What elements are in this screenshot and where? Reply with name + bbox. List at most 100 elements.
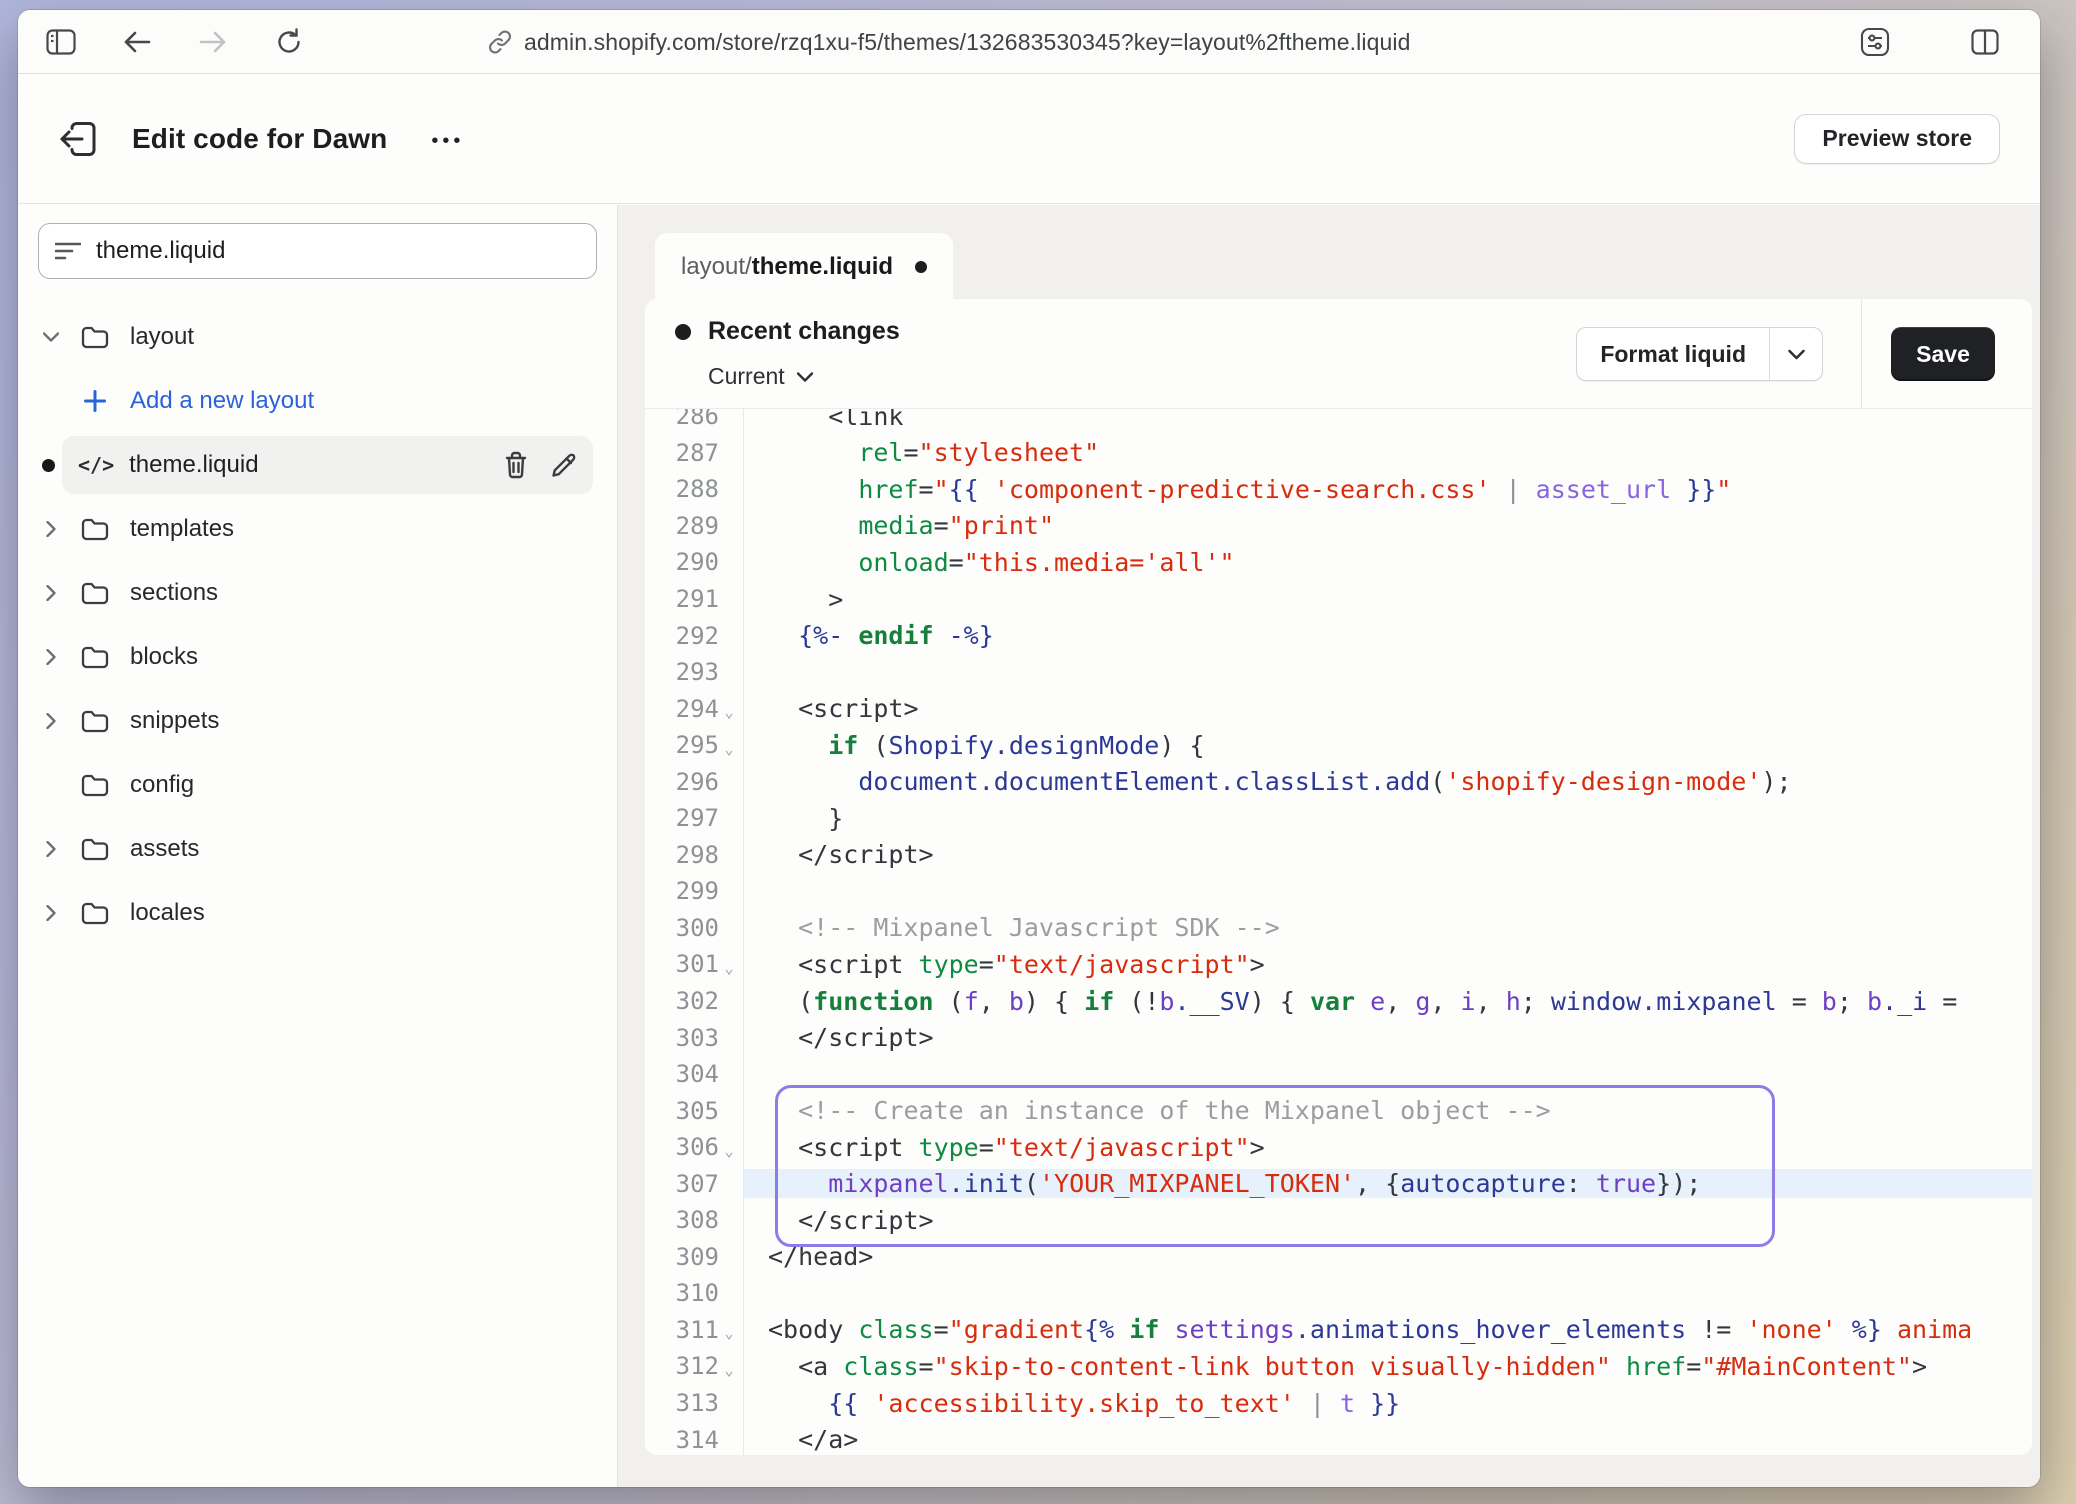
code-line-text[interactable]: (function (f, b) { if (!b.__SV) { var e,… [744,987,2032,1016]
code-line-text[interactable]: onload="this.media='all'" [744,548,2032,577]
code-line-text[interactable]: <!-- Create an instance of the Mixpanel … [744,1096,2032,1125]
code-line[interactable]: 301⌄ <script type="text/javascript"> [645,946,2032,983]
file-filter-input[interactable] [96,237,580,265]
code-line[interactable]: 311⌄<body class="gradient{% if settings.… [645,1312,2032,1349]
code-line[interactable]: 299 [645,873,2032,910]
sidebar-item-config[interactable]: config [38,753,597,817]
folder-label: snippets [38,707,219,735]
exit-icon[interactable] [58,119,98,159]
sidebar-item-snippets[interactable]: snippets [38,689,597,753]
forward-icon[interactable] [196,25,230,59]
code-line[interactable]: 309</head> [645,1239,2032,1276]
sidebar-item-theme-liquid[interactable]: </>theme.liquid [38,433,597,497]
editor-tab[interactable]: layout/theme.liquid [655,233,953,300]
sidebar-item-templates[interactable]: templates [38,497,597,561]
code-line[interactable]: 302 (function (f, b) { if (!b.__SV) { va… [645,983,2032,1020]
code-line[interactable]: 290 onload="this.media='all'" [645,544,2032,581]
code-line[interactable]: 292 {%- endif -%} [645,617,2032,654]
code-line-text[interactable]: <script type="text/javascript"> [744,1133,2032,1162]
trash-icon[interactable] [503,451,529,479]
code-line-text[interactable]: rel="stylesheet" [744,438,2032,467]
code-line[interactable]: 308 </script> [645,1202,2032,1239]
fold-icon[interactable]: ⌄ [719,952,739,977]
code-line-text[interactable]: {%- endif -%} [744,621,2032,650]
code-line-text[interactable]: <script type="text/javascript"> [744,950,2032,979]
sidebar-item-blocks[interactable]: blocks [38,625,597,689]
chevron-right-icon[interactable] [40,585,62,601]
code-line[interactable]: 287 rel="stylesheet" [645,435,2032,472]
back-icon[interactable] [120,25,154,59]
code-line-text[interactable]: <link [744,409,2032,431]
sidebar-item-sections[interactable]: sections [38,561,597,625]
preview-store-button[interactable]: Preview store [1794,114,2000,164]
code-line[interactable]: 306⌄ <script type="text/javascript"> [645,1129,2032,1166]
code-line[interactable]: 298 </script> [645,837,2032,874]
code-line-text[interactable]: <body class="gradient{% if settings.anim… [744,1315,2032,1344]
code-line[interactable]: 295⌄ if (Shopify.designMode) { [645,727,2032,764]
reload-icon[interactable] [272,25,306,59]
chevron-right-icon[interactable] [40,841,62,857]
chevron-right-icon[interactable] [40,713,62,729]
address-bar[interactable]: admin.shopify.com/store/rzq1xu-f5/themes… [488,10,1410,74]
code-line[interactable]: 307 mixpanel.init('YOUR_MIXPANEL_TOKEN',… [645,1165,2032,1202]
code-line[interactable]: 312⌄ <a class="skip-to-content-link butt… [645,1348,2032,1385]
split-view-icon[interactable] [1968,25,2002,59]
code-line-text[interactable]: document.documentElement.classList.add('… [744,767,2032,796]
code-line[interactable]: 300 <!-- Mixpanel Javascript SDK --> [645,910,2032,947]
code-line[interactable]: 304 [645,1056,2032,1093]
format-liquid-button[interactable]: Format liquid [1576,327,1823,381]
code-line-text[interactable]: </script> [744,1023,2032,1052]
version-dropdown[interactable]: Current [708,363,813,390]
sidebar-item-assets[interactable]: assets [38,817,597,881]
chevron-right-icon[interactable] [40,905,62,921]
code-line-text[interactable]: > [744,585,2032,614]
sidebar-item-add-a-new-layout[interactable]: Add a new layout [38,369,597,433]
file-filter-box[interactable] [38,223,597,279]
sidebar-item-layout[interactable]: layout [38,305,597,369]
active-code-line-text[interactable]: mixpanel.init('YOUR_MIXPANEL_TOKEN', {au… [744,1169,2032,1198]
code-line[interactable]: 294⌄ <script> [645,690,2032,727]
chevron-right-icon[interactable] [40,649,62,665]
code-line[interactable]: 293 [645,654,2032,691]
fold-icon[interactable]: ⌄ [719,733,739,758]
code-line[interactable]: 310 [645,1275,2032,1312]
code-line-text[interactable]: </script> [744,840,2032,869]
fold-icon[interactable]: ⌄ [719,696,739,721]
more-actions-button[interactable]: ••• [431,124,464,153]
code-line-text[interactable]: {{ 'accessibility.skip_to_text' | t }} [744,1389,2032,1418]
fold-icon[interactable]: ⌄ [719,1317,739,1342]
code-line-text[interactable]: } [744,804,2032,833]
code-line-text[interactable]: </script> [744,1206,2032,1235]
chevron-down-icon[interactable] [1770,328,1822,380]
code-line[interactable]: 286 <link [645,409,2032,435]
code-line-text[interactable]: href="{{ 'component-predictive-search.cs… [744,475,2032,504]
code-line-text[interactable]: <script> [744,694,2032,723]
sidebar-item-locales[interactable]: locales [38,881,597,945]
fold-icon[interactable]: ⌄ [719,1354,739,1379]
code-line-text[interactable]: </head> [744,1242,2032,1271]
code-line[interactable]: 288 href="{{ 'component-predictive-searc… [645,471,2032,508]
format-liquid-label[interactable]: Format liquid [1577,328,1770,380]
code-line[interactable]: 296 document.documentElement.classList.a… [645,763,2032,800]
save-button[interactable]: Save [1891,327,1995,381]
code-line[interactable]: 297 } [645,800,2032,837]
code-line[interactable]: 313 {{ 'accessibility.skip_to_text' | t … [645,1385,2032,1422]
chevron-right-icon[interactable] [40,521,62,537]
code-line[interactable]: 305 <!-- Create an instance of the Mixpa… [645,1092,2032,1129]
code-line[interactable]: 314 </a> [645,1421,2032,1455]
page-settings-icon[interactable] [1858,25,1892,59]
selected-file[interactable]: </>theme.liquid [62,436,593,494]
code-line-text[interactable]: <!-- Mixpanel Javascript SDK --> [744,913,2032,942]
sidebar-toggle-icon[interactable] [44,25,78,59]
code-line-text[interactable]: <a class="skip-to-content-link button vi… [744,1352,2032,1381]
code-area[interactable]: 286 <link287 rel="stylesheet"288 href="{… [645,409,2032,1455]
code-line[interactable]: 289 media="print" [645,508,2032,545]
code-line-text[interactable]: </a> [744,1425,2032,1454]
code-line[interactable]: 291 > [645,581,2032,618]
pencil-icon[interactable] [551,452,577,478]
fold-icon[interactable]: ⌄ [719,1135,739,1160]
chevron-down-icon[interactable] [40,332,62,342]
code-line[interactable]: 303 </script> [645,1019,2032,1056]
code-line-text[interactable]: if (Shopify.designMode) { [744,731,2032,760]
code-line-text[interactable]: media="print" [744,511,2032,540]
